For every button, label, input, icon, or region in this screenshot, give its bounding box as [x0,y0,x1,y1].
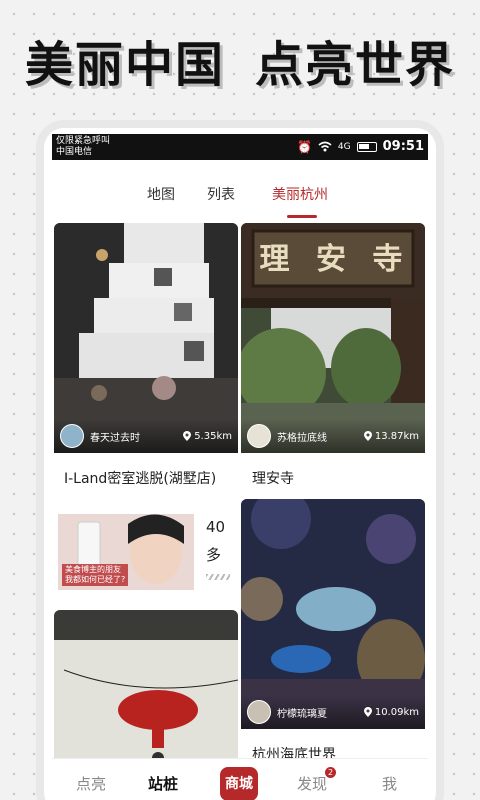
status-time: 09:51 [382,139,424,154]
signal-icon: 4G [337,141,351,152]
bottom-nav: 点亮 站桩 商城 发现 2 我 [52,758,428,800]
card-user-name: 春天过去时 [90,432,140,444]
top-tabs: 地图 列表 美丽杭州 [52,160,428,218]
card-distance: 13.87km [374,430,419,442]
phone-frame: 仅限紧急呼叫 中国电信 ⏰ 4G 09:51 地图 列表 美丽杭州 春天过去时 … [36,120,444,800]
place-card-title[interactable]: 理安寺 [252,468,294,488]
ad-unit: 多 [206,546,222,564]
card-user-name: 柠檬琉璃夏 [277,708,327,720]
notification-badge: 2 [325,767,337,778]
tab-list[interactable]: 列表 [207,184,235,204]
tab-map[interactable]: 地图 [147,184,175,204]
card-distance: 5.35km [194,430,232,442]
card-user-name: 苏格拉底线 [277,432,327,444]
carrier-line-1: 仅限紧急呼叫 [56,136,111,146]
card-distance: 10.09km [374,706,419,718]
place-card-image-4[interactable] [54,610,238,770]
avatar[interactable] [247,700,271,724]
carrier-line-2: 中国电信 [56,147,93,157]
headline-part1: 美丽中国 [24,37,225,93]
nav-station[interactable]: 站桩 [148,773,178,794]
place-card-title[interactable]: I-Land密室逃脱(湖墅店) [64,468,216,488]
promo-headline: 美丽中国 点亮世界 [0,30,480,100]
ad-image[interactable]: 美食博主的朋友 我都如何已经了? [58,514,194,590]
temple-sign: 理 安 寺 [259,242,411,277]
battery-icon [356,141,377,152]
avatar[interactable] [247,424,271,448]
location-pin-icon [363,431,372,441]
avatar[interactable] [60,424,84,448]
location-pin-icon [363,707,372,717]
lantern-illustration [54,610,238,770]
nav-me[interactable]: 我 [382,773,397,794]
ad-caption-2: 我都如何已经了? [65,575,126,584]
tab-beautiful-hangzhou[interactable]: 美丽杭州 [272,184,328,204]
location-pin-icon [183,431,192,441]
ad-decoration [206,574,230,580]
ad-count: 40 [206,518,226,536]
nav-light-up[interactable]: 点亮 [76,773,106,794]
status-bar: 仅限紧急呼叫 中国电信 ⏰ 4G 09:51 [52,134,428,160]
active-tab-indicator [287,215,317,218]
place-card-image-3[interactable]: 柠檬琉璃夏 10.09km [241,499,425,729]
nav-shop[interactable]: 商城 [220,767,258,800]
alarm-icon: ⏰ [296,139,312,154]
place-card-image-2[interactable]: 理 安 寺 苏格拉底线 13.87km [241,223,425,453]
headline-part2: 点亮世界 [255,37,456,93]
nav-discover[interactable]: 发现 2 [297,767,337,794]
ad-caption-1: 美食博主的朋友 [65,565,121,574]
wifi-icon [318,141,332,152]
app-screen: 仅限紧急呼叫 中国电信 ⏰ 4G 09:51 地图 列表 美丽杭州 春天过去时 … [52,134,428,800]
place-card-image-1[interactable]: 春天过去时 5.35km [54,223,238,453]
nav-discover-label: 发现 [297,775,328,793]
